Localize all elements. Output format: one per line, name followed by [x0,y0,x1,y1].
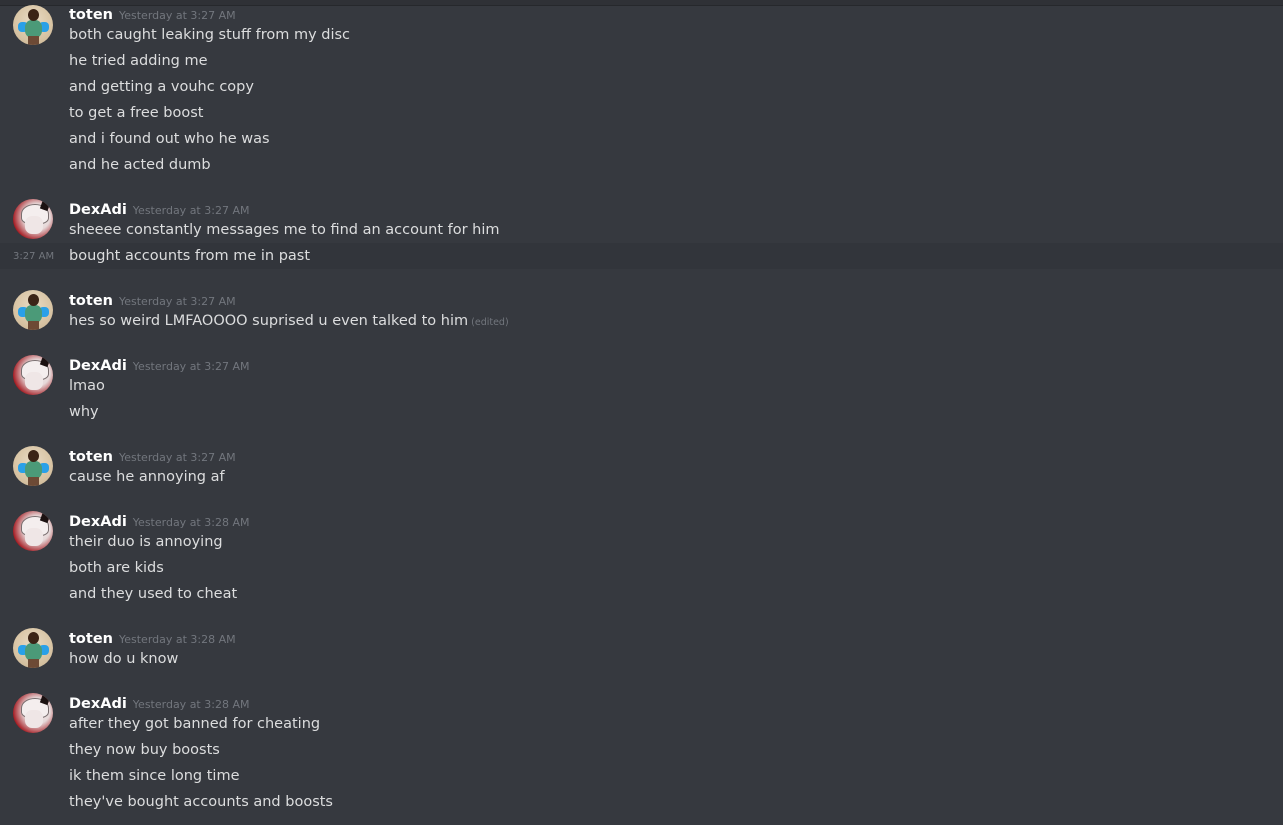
avatar-dexadi[interactable] [13,355,53,395]
timestamp: Yesterday at 3:28 AM [132,698,250,711]
avatar-toten[interactable] [13,446,53,486]
timestamp: Yesterday at 3:27 AM [118,9,236,22]
message-line: their duo is annoying [69,534,223,550]
message-header: DexAdi Yesterday at 3:27 AM [69,355,249,374]
message-line: he tried adding me [69,53,208,69]
message-header: toten Yesterday at 3:27 AM [69,446,236,465]
message-line: bought accounts from me in past [69,248,311,264]
message-line: and they used to cheat [69,586,238,602]
username[interactable]: DexAdi [69,514,127,530]
message-header: DexAdi Yesterday at 3:27 AM [69,199,249,218]
message-header: DexAdi Yesterday at 3:28 AM [69,511,249,530]
avatar-toten[interactable] [13,5,53,45]
message-line: both are kids [69,560,164,576]
username[interactable]: toten [69,7,113,23]
message-line: hes so weird LMFAOOOO suprised u even ta… [69,312,509,332]
timestamp: Yesterday at 3:27 AM [132,360,250,373]
message-line: to get a free boost [69,105,204,121]
avatar-dexadi[interactable] [13,693,53,733]
timestamp: Yesterday at 3:28 AM [132,516,250,529]
message-line: both caught leaking stuff from my disc [69,27,351,43]
avatar-dexadi[interactable] [13,199,53,239]
username[interactable]: toten [69,293,113,309]
message-line: and i found out who he was [69,131,270,147]
avatar-toten[interactable] [13,628,53,668]
message-line: they've bought accounts and boosts [69,794,333,810]
message-line: lmao [69,378,105,394]
username[interactable]: toten [69,449,113,465]
username[interactable]: toten [69,631,113,647]
message-header: toten Yesterday at 3:28 AM [69,628,236,647]
timestamp: Yesterday at 3:28 AM [118,633,236,646]
message-header: DexAdi Yesterday at 3:28 AM [69,693,249,712]
message-line: sheeee constantly messages me to find an… [69,222,500,238]
edited-label: (edited) [471,317,509,328]
message-header: toten Yesterday at 3:27 AM [69,4,236,23]
username[interactable]: DexAdi [69,202,127,218]
avatar-toten[interactable] [13,290,53,330]
message-line: they now buy boosts [69,742,220,758]
timestamp: Yesterday at 3:27 AM [118,451,236,464]
timestamp: Yesterday at 3:27 AM [132,204,250,217]
message-line: how do u know [69,651,179,667]
message-line: and getting a vouhc copy [69,79,254,95]
username[interactable]: DexAdi [69,358,127,374]
hover-timestamp: 3:27 AM [13,251,55,262]
message-line: cause he annoying af [69,469,225,485]
message-line: ik them since long time [69,768,240,784]
message-header: toten Yesterday at 3:27 AM [69,290,236,309]
message-text: hes so weird LMFAOOOO suprised u even ta… [69,313,469,329]
timestamp: Yesterday at 3:27 AM [118,295,236,308]
message-line: and he acted dumb [69,157,211,173]
avatar-dexadi[interactable] [13,511,53,551]
username[interactable]: DexAdi [69,696,127,712]
message-line: why [69,404,99,420]
message-line: after they got banned for cheating [69,716,321,732]
